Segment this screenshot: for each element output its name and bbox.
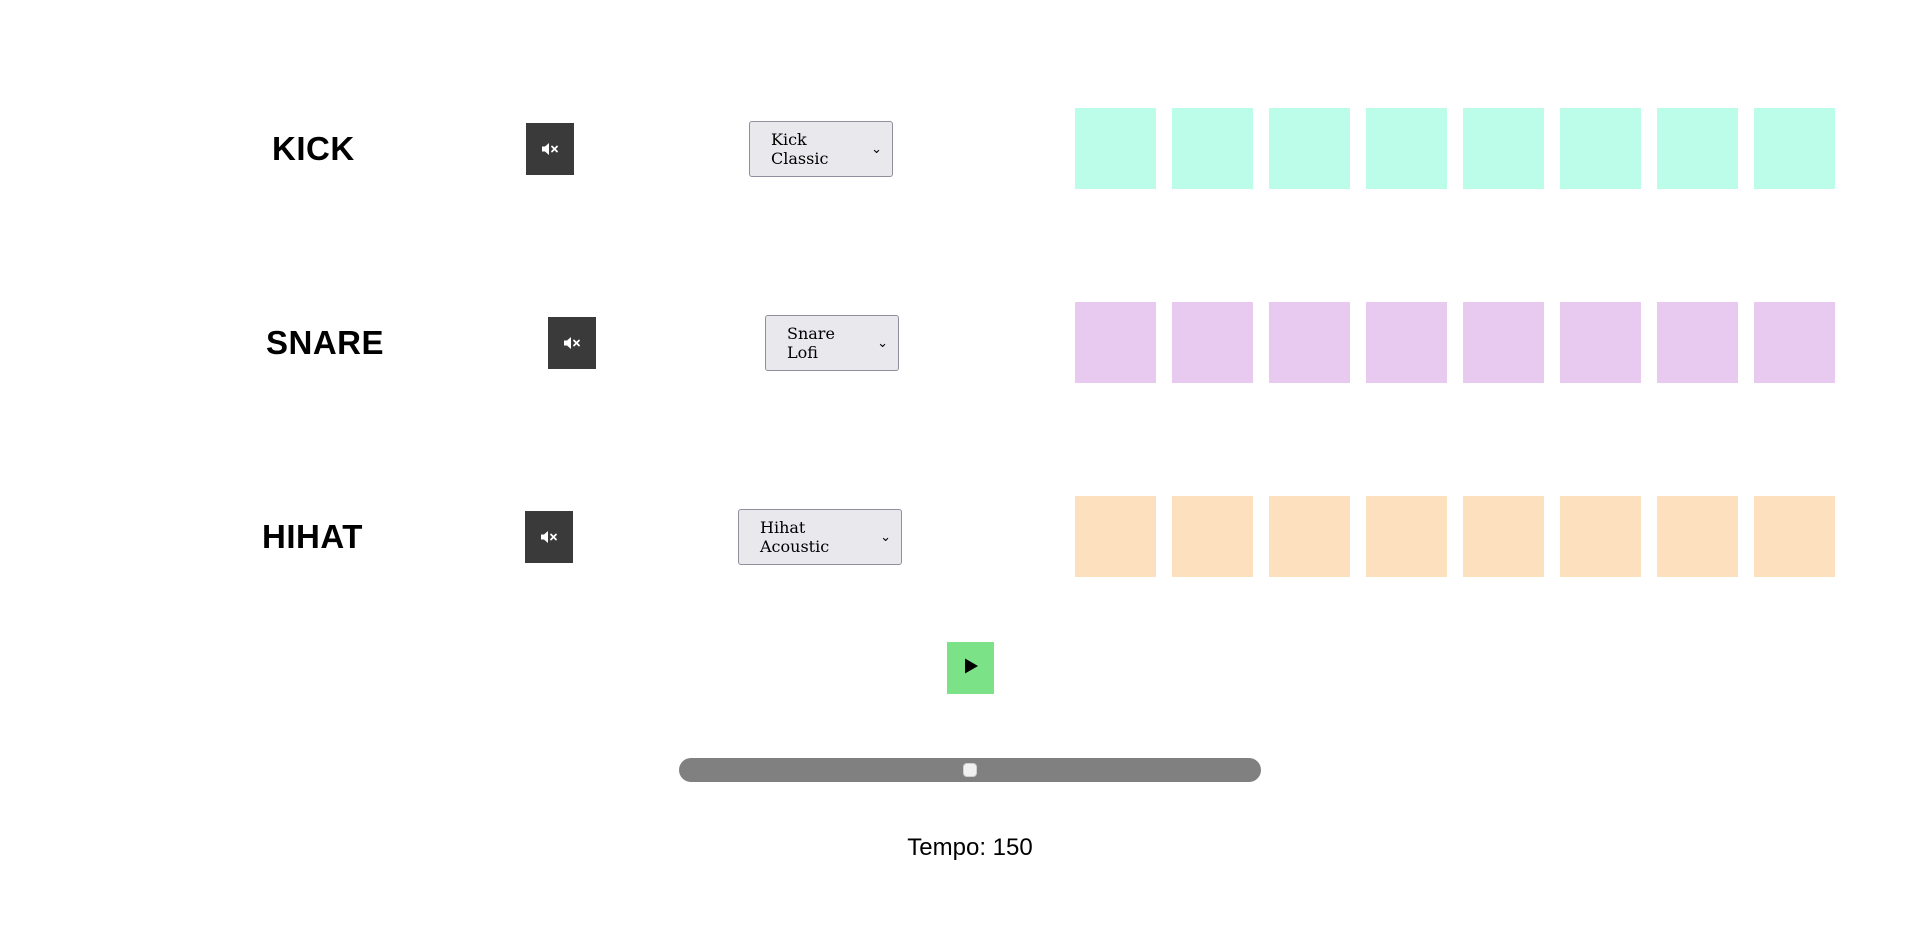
sound-select-value: Hihat Acoustic — [760, 518, 830, 556]
mute-button-kick[interactable] — [526, 123, 574, 175]
step-snare-1[interactable] — [1075, 302, 1156, 383]
sound-select-value: Kick Classic — [771, 130, 829, 168]
sound-select-hihat[interactable]: Hihat Acoustic ⌄ — [738, 509, 902, 565]
step-kick-7[interactable] — [1657, 108, 1738, 189]
step-snare-8[interactable] — [1754, 302, 1835, 383]
track-kick: KICK Kick Classic ⌄ — [0, 108, 1920, 189]
speaker-muted-icon — [563, 336, 581, 350]
step-snare-6[interactable] — [1560, 302, 1641, 383]
track-hihat: HIHAT Hihat Acoustic ⌄ — [0, 496, 1920, 577]
step-kick-3[interactable] — [1269, 108, 1350, 189]
play-button[interactable] — [947, 642, 994, 694]
mute-button-snare[interactable] — [548, 317, 596, 369]
mute-button-hihat[interactable] — [525, 511, 573, 563]
step-hihat-2[interactable] — [1172, 496, 1253, 577]
tempo-slider[interactable] — [679, 758, 1261, 782]
sound-select-value: Snare Lofi — [787, 324, 835, 362]
track-name-snare: SNARE — [266, 323, 385, 361]
track-name-kick: KICK — [272, 129, 355, 167]
speaker-muted-icon — [540, 530, 558, 544]
step-snare-7[interactable] — [1657, 302, 1738, 383]
step-kick-5[interactable] — [1463, 108, 1544, 189]
step-hihat-6[interactable] — [1560, 496, 1641, 577]
step-hihat-4[interactable] — [1366, 496, 1447, 577]
step-hihat-8[interactable] — [1754, 496, 1835, 577]
step-kick-8[interactable] — [1754, 108, 1835, 189]
step-snare-4[interactable] — [1366, 302, 1447, 383]
step-hihat-1[interactable] — [1075, 496, 1156, 577]
sound-select-snare[interactable]: Snare Lofi ⌄ — [765, 315, 899, 371]
step-kick-6[interactable] — [1560, 108, 1641, 189]
track-name-hihat: HIHAT — [262, 517, 363, 555]
step-hihat-3[interactable] — [1269, 496, 1350, 577]
step-kick-1[interactable] — [1075, 108, 1156, 189]
chevron-down-icon: ⌄ — [871, 141, 882, 157]
step-hihat-5[interactable] — [1463, 496, 1544, 577]
tempo-label: Tempo: 150 — [907, 834, 1033, 861]
speaker-muted-icon — [541, 142, 559, 156]
step-snare-3[interactable] — [1269, 302, 1350, 383]
step-snare-5[interactable] — [1463, 302, 1544, 383]
tempo-slider-thumb[interactable] — [963, 763, 977, 777]
sound-select-kick[interactable]: Kick Classic ⌄ — [749, 121, 893, 177]
chevron-down-icon: ⌄ — [877, 335, 888, 351]
track-snare: SNARE Snare Lofi ⌄ — [0, 302, 1920, 383]
step-kick-4[interactable] — [1366, 108, 1447, 189]
step-hihat-7[interactable] — [1657, 496, 1738, 577]
step-snare-2[interactable] — [1172, 302, 1253, 383]
play-icon — [963, 657, 979, 680]
chevron-down-icon: ⌄ — [880, 529, 891, 545]
step-kick-2[interactable] — [1172, 108, 1253, 189]
